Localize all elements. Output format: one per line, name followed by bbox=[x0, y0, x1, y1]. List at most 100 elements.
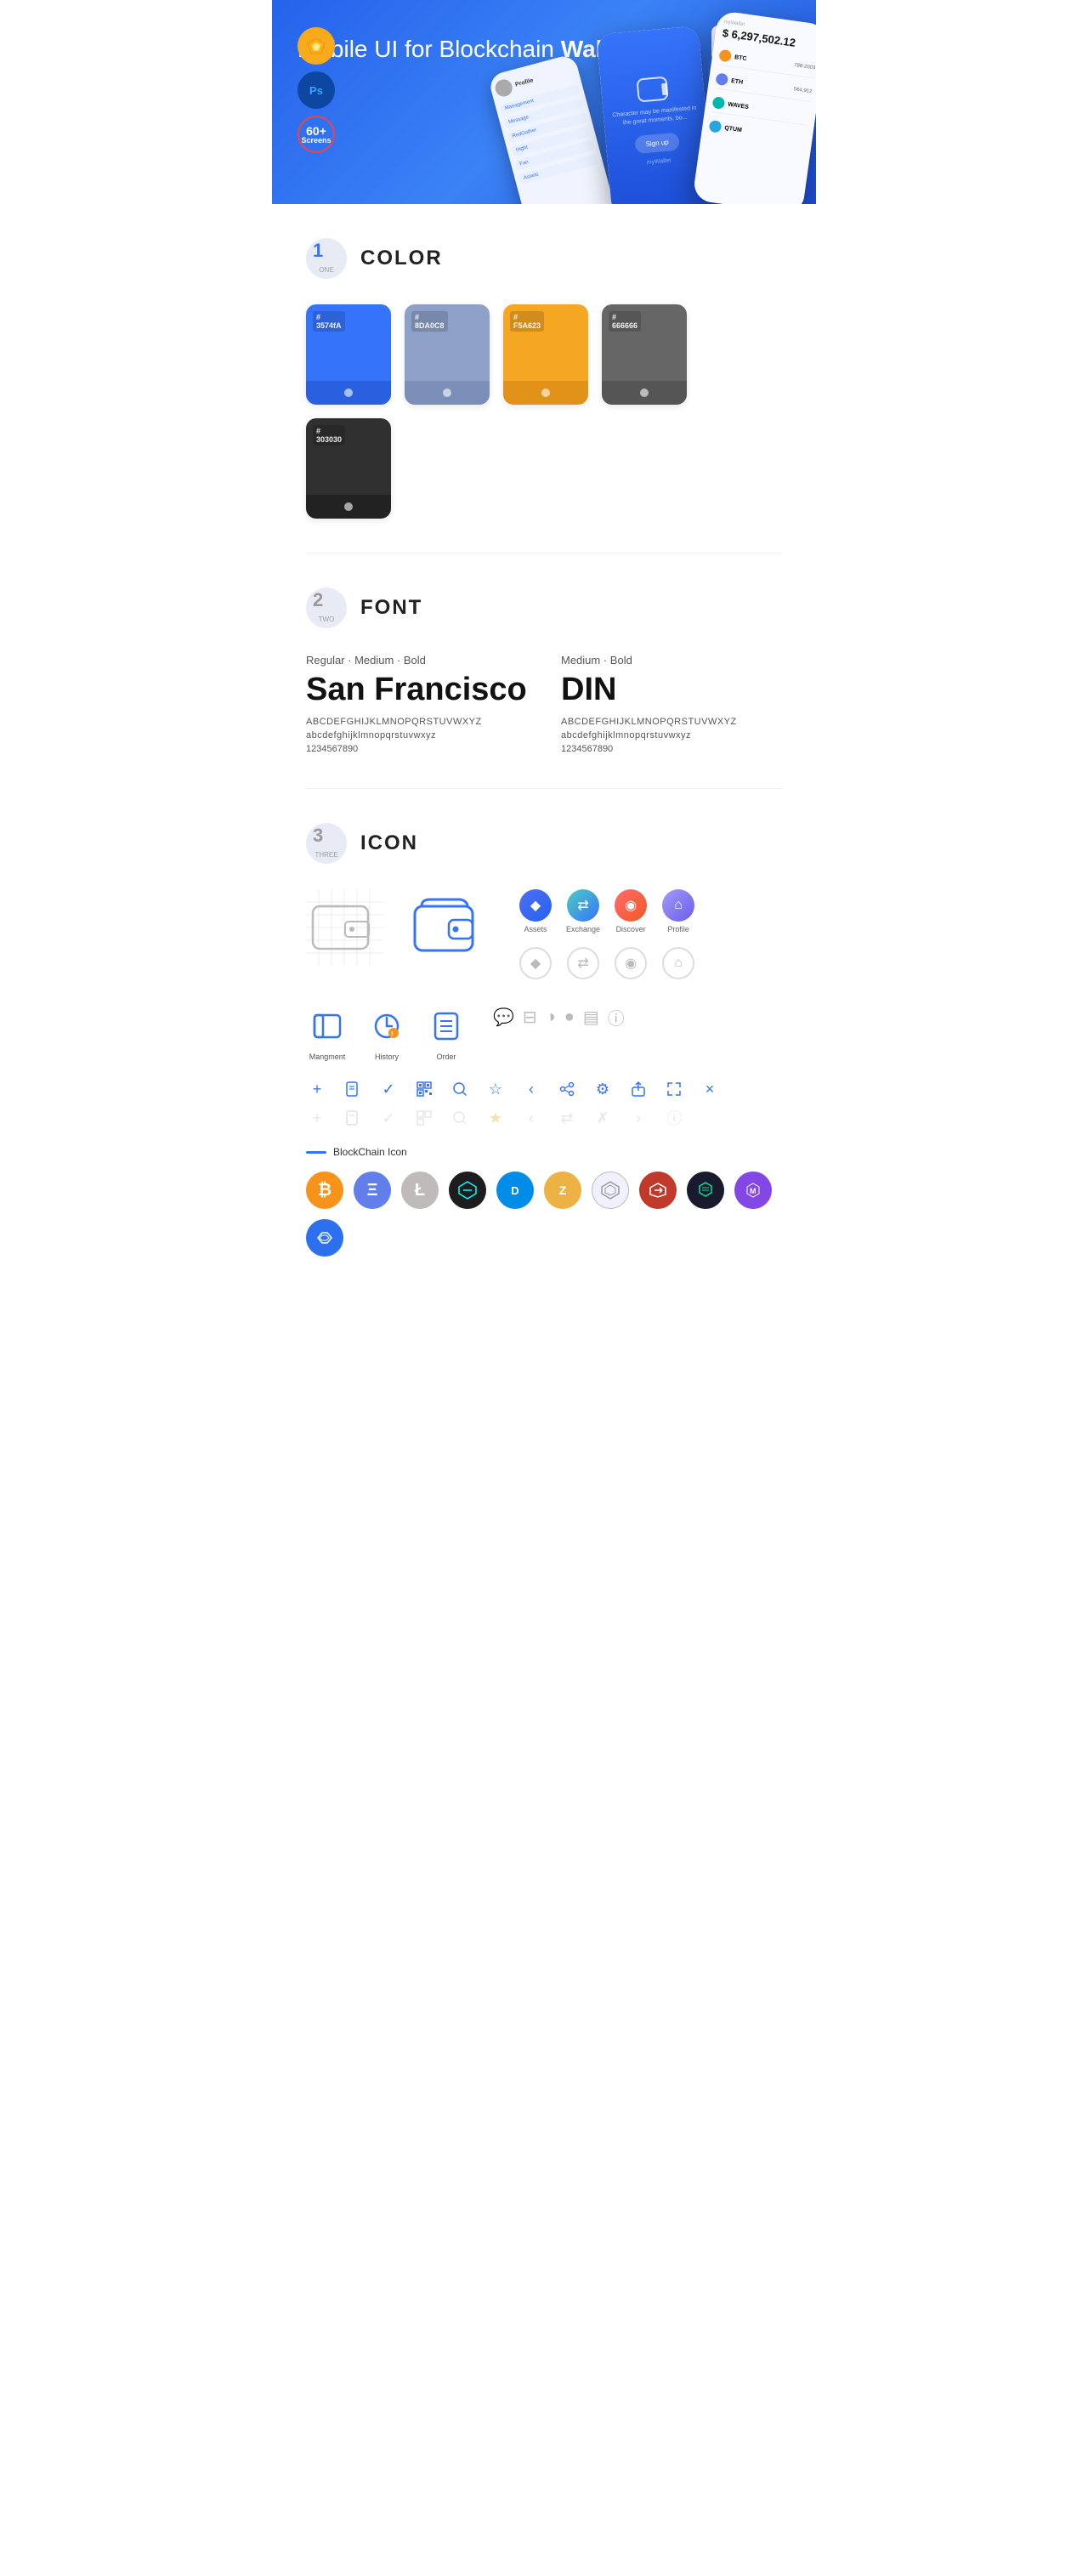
eth-coin: Ξ bbox=[354, 1172, 391, 1209]
wallet-wireframe-icon bbox=[306, 889, 382, 966]
share-icon bbox=[556, 1078, 578, 1100]
main-icons-row: ◆ Assets ⇄ Exchange ◉ Discover ⌂ Profile… bbox=[306, 889, 782, 979]
discover-icon: ◉ bbox=[615, 889, 647, 922]
phone-profile: Profile Management Message RedGather Nig… bbox=[488, 54, 617, 204]
info-icon: ⓘ bbox=[608, 1005, 625, 1030]
swatch-gray: #666666 bbox=[602, 304, 687, 405]
din-name: DIN bbox=[561, 672, 782, 708]
exchange-outline-icon: ⇄ bbox=[567, 947, 599, 979]
number-2-big: 2 bbox=[313, 591, 323, 610]
nav-icons-row: Mangment ! History bbox=[306, 1005, 782, 1061]
wallet-solid-icon bbox=[408, 889, 484, 966]
hero-section: Mobile UI for Blockchain Wallet UI Kit P… bbox=[272, 0, 816, 204]
history-icon: ! bbox=[366, 1005, 408, 1047]
discover-outline-icon: ◉ bbox=[615, 947, 647, 979]
back-icon-gray: ‹ bbox=[520, 1107, 542, 1129]
screens-badge: 60+ Screens bbox=[298, 116, 335, 153]
discover-label: Discover bbox=[616, 925, 646, 933]
assets-outline-item: ◆ bbox=[518, 947, 552, 979]
management-label: Mangment bbox=[309, 1053, 346, 1061]
matic-coin: M bbox=[734, 1172, 772, 1209]
blockchain-label-row: BlockChain Icon bbox=[306, 1146, 782, 1158]
icon-section-header: 3 THREE ICON bbox=[306, 823, 782, 864]
circle-icon: ● bbox=[564, 1007, 575, 1027]
star-icon-active: ★ bbox=[484, 1107, 507, 1129]
hero-badges: Ps 60+ Screens bbox=[298, 27, 335, 153]
plus-icon-gray: + bbox=[306, 1107, 328, 1129]
color-swatches: #3574fA #8DA0C8 #F5A623 #666666 #303030 bbox=[306, 304, 782, 519]
ark-coin bbox=[639, 1172, 677, 1209]
info-icon-gray: ⓘ bbox=[663, 1107, 685, 1129]
sf-lower: abcdefghijklmnopqrstuvwxyz bbox=[306, 730, 527, 740]
number-3-word: THREE bbox=[314, 851, 337, 859]
number-1-big: 1 bbox=[313, 241, 323, 260]
history-label: History bbox=[375, 1053, 399, 1061]
font-sf: Regular · Medium · Bold San Francisco AB… bbox=[306, 654, 527, 754]
tool-icons-row-2: + ✓ ★ ‹ ⇄ ✗ › ⓘ bbox=[306, 1107, 782, 1129]
assets-icon-item: ◆ Assets bbox=[518, 889, 552, 933]
app-icons-grid: ◆ Assets ⇄ Exchange ◉ Discover ⌂ Profile… bbox=[518, 889, 695, 979]
font-grid: Regular · Medium · Bold San Francisco AB… bbox=[306, 654, 782, 754]
color-section-header: 1 ONE COLOR bbox=[306, 238, 782, 279]
din-lower: abcdefghijklmnopqrstuvwxyz bbox=[561, 730, 782, 740]
assets-label: Assets bbox=[524, 925, 547, 933]
expand-icon bbox=[663, 1078, 685, 1100]
qr-icon-gray bbox=[413, 1107, 435, 1129]
chat-icon: 💬 bbox=[493, 1007, 514, 1028]
back-icon: ‹ bbox=[520, 1078, 542, 1100]
profile-label: Profile bbox=[667, 925, 689, 933]
assets-icon: ◆ bbox=[519, 889, 552, 922]
utility-icons-group: 💬 ⊟ ◑ ● ▤ ⓘ bbox=[493, 1005, 625, 1030]
dash-coin: D bbox=[496, 1172, 534, 1209]
svg-text:!: ! bbox=[391, 1030, 394, 1038]
check-icon-gray: ✓ bbox=[377, 1107, 400, 1129]
profile-outline-item: ⌂ bbox=[661, 947, 695, 979]
font-section: 2 TWO FONT Regular · Medium · Bold San F… bbox=[272, 553, 816, 788]
search-icon-gray bbox=[449, 1107, 471, 1129]
swatch-gray-blue: #8DA0C8 bbox=[405, 304, 490, 405]
qr-icon bbox=[413, 1078, 435, 1100]
sf-upper: ABCDEFGHIJKLMNOPQRSTUVWXYZ bbox=[306, 717, 527, 727]
ltc-coin: Ł bbox=[401, 1172, 439, 1209]
zcash-coin: Z bbox=[544, 1172, 581, 1209]
order-icon bbox=[425, 1005, 468, 1047]
comment-icon: ▤ bbox=[583, 1007, 599, 1028]
din-weights: Medium · Bold bbox=[561, 654, 782, 667]
swatch-dark: #303030 bbox=[306, 418, 391, 519]
exchange-outline-item: ⇄ bbox=[566, 947, 600, 979]
exchange-label: Exchange bbox=[566, 925, 600, 933]
screens-count: 60+ bbox=[306, 125, 326, 137]
document-icon bbox=[342, 1078, 364, 1100]
din-numbers: 1234567890 bbox=[561, 744, 782, 754]
search-icon bbox=[449, 1078, 471, 1100]
check-icon: ✓ bbox=[377, 1078, 400, 1100]
swap-icon-gray: ⇄ bbox=[556, 1107, 578, 1129]
section-number-1: 1 ONE bbox=[306, 238, 347, 279]
profile-outline-icon: ⌂ bbox=[662, 947, 694, 979]
neo-coin bbox=[687, 1172, 724, 1209]
exchange-icon: ⇄ bbox=[567, 889, 599, 922]
close-icon: × bbox=[699, 1078, 721, 1100]
export-icon bbox=[627, 1078, 649, 1100]
phone-portfolio: myWallet $ 6,297,502.12 BTC 788-2003 ETH bbox=[692, 10, 816, 204]
swatch-blue: #3574fA bbox=[306, 304, 391, 405]
moon-icon: ◑ bbox=[546, 1007, 556, 1027]
blockchain-label: BlockChain Icon bbox=[333, 1146, 407, 1158]
layers-icon: ⊟ bbox=[523, 1007, 537, 1028]
font-din: Medium · Bold DIN ABCDEFGHIJKLMNOPQRSTUV… bbox=[561, 654, 782, 754]
svg-text:M: M bbox=[750, 1187, 756, 1195]
swatch-orange: #F5A623 bbox=[503, 304, 588, 405]
grid-coin bbox=[592, 1172, 629, 1209]
crypto-coins-row: ₿ Ξ Ł D Z bbox=[306, 1172, 782, 1257]
sf-name: San Francisco bbox=[306, 672, 527, 708]
font-title: FONT bbox=[360, 596, 422, 620]
polygon-coin bbox=[306, 1219, 343, 1257]
exchange-icon-item: ⇄ Exchange bbox=[566, 889, 600, 933]
profile-icon: ⌂ bbox=[662, 889, 694, 922]
icon-section: 3 THREE ICON bbox=[272, 789, 816, 1302]
font-section-header: 2 TWO FONT bbox=[306, 587, 782, 628]
profile-icon-item: ⌂ Profile bbox=[661, 889, 695, 933]
color-title: COLOR bbox=[360, 247, 443, 270]
color-section: 1 ONE COLOR #3574fA #8DA0C8 #F5A623 #666… bbox=[272, 204, 816, 553]
plus-icon: + bbox=[306, 1078, 328, 1100]
